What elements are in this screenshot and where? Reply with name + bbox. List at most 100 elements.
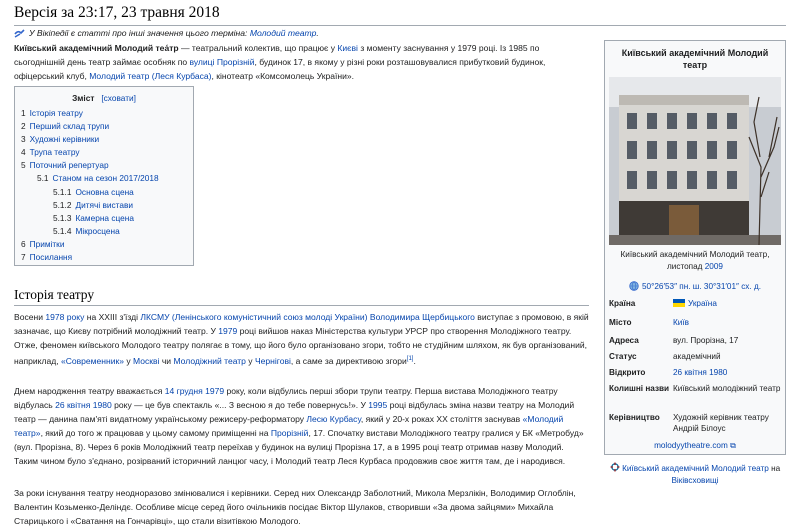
toc-item-link[interactable]: Примітки [30, 239, 65, 249]
toc-item-number: 5 [21, 160, 26, 171]
link-14-dec-1979[interactable]: 14 грудня 1979 [165, 386, 224, 396]
infobox-value: вул. Прорізна, 17 [673, 335, 783, 346]
commons-article-link[interactable]: Київський академічний Молодий театр [622, 464, 769, 473]
toc-item[interactable]: 5.1 Станом на сезон 2017/2018 [15, 172, 193, 185]
toc-item[interactable]: 5.1.3 Камерна сцена [15, 212, 193, 225]
section-divider [14, 305, 589, 306]
link-sovremennik[interactable]: «Современник» [61, 356, 124, 366]
toc-item[interactable]: 1 Історія театру [15, 107, 193, 120]
toc-item[interactable]: 7 Посилання [15, 251, 193, 264]
toc-item-link[interactable]: Основна сцена [75, 187, 133, 197]
link-kyiv[interactable]: Києві [337, 43, 358, 53]
toc-item-number: 5.1.2 [53, 199, 72, 210]
hatnote-link[interactable]: Молодий театр [250, 28, 317, 38]
infobox-label: Адреса [609, 336, 639, 345]
toc-toggle-link[interactable]: [сховати] [101, 93, 136, 103]
link-1995[interactable]: 1995 [368, 400, 387, 410]
infobox-value-link[interactable]: Київ [673, 318, 689, 327]
toc-item-link[interactable]: Дитячі вистави [75, 200, 133, 210]
infobox-value: Київ [673, 317, 783, 328]
toc-item[interactable]: 5.1.4 Мікросцена [15, 225, 193, 238]
link-moscow[interactable]: Москві [133, 356, 159, 366]
link-shcherbytsky[interactable]: Володимира Щербицького [370, 312, 475, 322]
ukraine-flag-icon [673, 299, 685, 307]
toc-item[interactable]: 5 Поточний репертуар [15, 159, 193, 172]
link-1979[interactable]: 1979 [218, 326, 237, 336]
toc-item-number: 5.1 [37, 173, 49, 184]
infobox-value-text: вул. Прорізна, 17 [673, 336, 739, 345]
link-youth-theatre[interactable]: Молодіжний театр [173, 356, 245, 366]
disambiguation-icon [14, 28, 25, 38]
toc-item-link[interactable]: Поточний репертуар [30, 160, 109, 170]
infobox-value: Україна [673, 298, 783, 309]
infobox-label: Місто [609, 318, 632, 327]
coordinates-link[interactable]: 50°26′53″ пн. ш. 30°31′01″ сх. д. [642, 282, 761, 291]
link-kurbas-theatre[interactable]: Молодий театр (Леся Курбаса) [89, 71, 211, 81]
p1-text: , а саме за директивою згори [290, 355, 407, 366]
toc-item-number: 4 [21, 147, 26, 158]
link-prorizna[interactable]: вулиці Прорізній [189, 57, 254, 67]
toc-item-link[interactable]: Історія театру [30, 108, 83, 118]
link-prorizna-2[interactable]: Прорізній [271, 428, 309, 438]
infobox-row: Адреса вул. Прорізна, 17 [609, 335, 783, 346]
p1-text: у [245, 355, 255, 366]
p1-text: на XXIII з'їзді [84, 312, 141, 322]
toc-item-link[interactable]: Камерна сцена [75, 213, 134, 223]
p1-text: чи [159, 355, 174, 366]
table-of-contents: Зміст [сховати] 1 Історія театру 2 Перший с… [14, 86, 194, 266]
globe-icon [629, 281, 639, 291]
toc-item-link[interactable]: Художні керівники [30, 134, 100, 144]
toc-item[interactable]: 6 Примітки [15, 238, 193, 251]
history-paragraph-3: За роки існування театру неодноразово зм… [14, 486, 589, 528]
link-1978[interactable]: 1978 року [45, 312, 84, 322]
title-divider [14, 25, 786, 26]
intro-paragraph: Київський академічний Молодий теа́тр — т… [14, 41, 589, 83]
toc-header: Зміст [сховати] [15, 93, 193, 103]
infobox-value-link[interactable]: Україна [688, 299, 717, 308]
infobox-value-text: академічний [673, 352, 721, 361]
toc-item[interactable]: 4 Трупа театру [15, 146, 193, 159]
intro-text-1: — театральний колектив, що працює у [178, 43, 338, 53]
infobox-value-text: Київський молодіжний театр [673, 384, 781, 393]
commons-site-link[interactable]: Віківсховищі [671, 476, 718, 485]
hatnote-text: У Вікіпедії є статті про інші значення ц… [29, 28, 250, 38]
link-chernihiv[interactable]: Чернігові [255, 356, 291, 366]
toc-item[interactable]: 2 Перший склад трупи [15, 120, 193, 133]
toc-item[interactable]: 5.1.1 Основна сцена [15, 186, 193, 199]
hatnote-suffix: . [316, 28, 319, 38]
toc-list: 1 Історія театру 2 Перший склад трупи 3 Худож… [15, 107, 193, 264]
toc-item-number: 5.1.1 [53, 186, 72, 197]
hatnote: У Вікіпедії є статті про інші значення ц… [14, 28, 319, 38]
toc-item-link[interactable]: Посилання [30, 252, 72, 262]
p1-text: у [124, 355, 134, 366]
external-link-icon: ⧉ [727, 441, 736, 450]
toc-item-link[interactable]: Перший склад трупи [30, 121, 110, 131]
link-les-kurbas[interactable]: Лесю Курбасу [306, 414, 360, 424]
infobox-value: Київський молодіжний театр [673, 383, 783, 394]
infobox-label: Колишні назви [609, 384, 670, 393]
toc-item-link[interactable]: Трупа театру [30, 147, 80, 157]
toc-item-number: 7 [21, 252, 26, 263]
toc-item[interactable]: 5.1.2 Дитячі вистави [15, 199, 193, 212]
infobox-label: Країна [609, 299, 636, 308]
website-link[interactable]: molodyytheatre.com [654, 441, 728, 450]
infobox-row: Статус академічний [609, 351, 783, 362]
toc-item-number: 6 [21, 238, 26, 249]
p2-text: Днем народження театру вважається [14, 386, 165, 396]
infobox-title: Київський академічний Молодий театр [621, 48, 769, 70]
history-paragraph-1: Восени 1978 року на XXIII з'їзді ЛКСМУ (… [14, 310, 589, 368]
history-paragraph-2: Днем народження театру вважається 14 гру… [14, 384, 589, 468]
infobox-value-link[interactable]: 26 квітня 1980 [673, 368, 727, 377]
link-26-apr-1980[interactable]: 26 квітня 1980 [55, 400, 112, 410]
infobox-row: Країна Україна [609, 298, 783, 309]
toc-item-link[interactable]: Мікросцена [75, 226, 119, 236]
theatre-building-photo[interactable] [609, 77, 781, 245]
toc-item-number: 3 [21, 134, 26, 145]
toc-item-link[interactable]: Станом на сезон 2017/2018 [53, 173, 159, 183]
p1-text: . [413, 355, 416, 366]
toc-item[interactable]: 3 Художні керівники [15, 133, 193, 146]
link-lksmu[interactable]: ЛКСМУ (Ленінського комуністичний союз мо… [140, 312, 367, 322]
caption-text: Київський академічний Молодий театр, лис… [620, 250, 770, 271]
infobox-row: Відкрито 26 квітня 1980 [609, 367, 783, 378]
caption-year-link[interactable]: 2009 [705, 262, 723, 271]
